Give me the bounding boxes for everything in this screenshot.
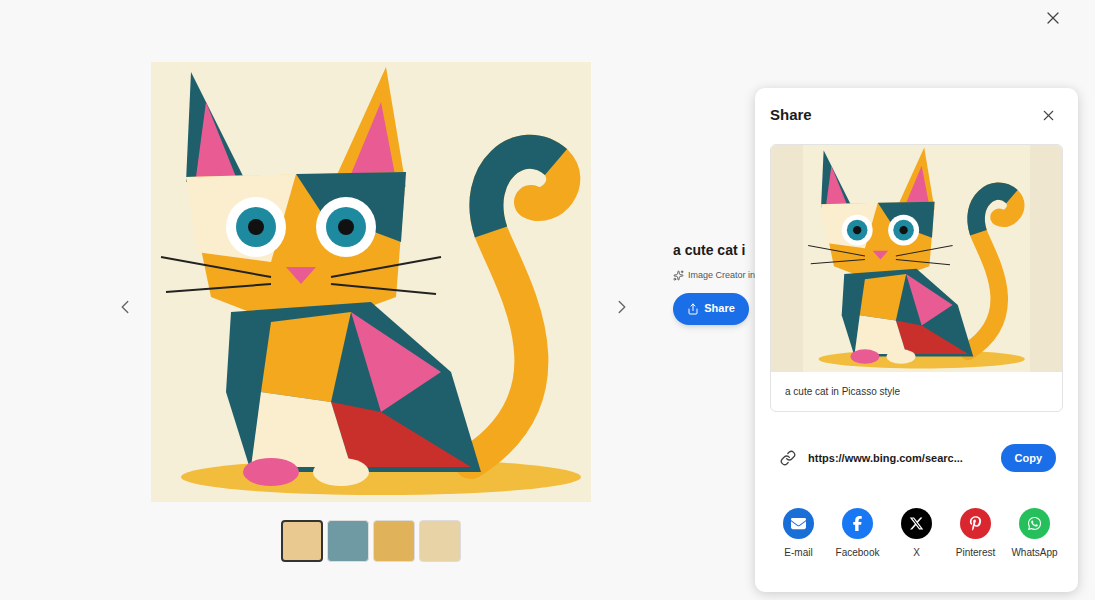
- chevron-right-icon: [611, 292, 633, 322]
- share-target-circle: [842, 508, 873, 539]
- x-logo-icon: [909, 516, 924, 531]
- facebook-icon: [850, 516, 865, 531]
- share-link: https://www.bing.com/searc...: [808, 450, 995, 467]
- thumbnail[interactable]: [327, 520, 369, 562]
- close-icon: [1040, 107, 1057, 124]
- share-target[interactable]: WhatsApp: [1011, 508, 1058, 560]
- thumbnail[interactable]: [281, 520, 323, 562]
- share-button[interactable]: Share: [673, 293, 749, 325]
- share-target-circle: [783, 508, 814, 539]
- share-target[interactable]: Facebook: [834, 508, 881, 560]
- main-image: [151, 62, 591, 502]
- share-preview-card: a cute cat in Picasso style: [770, 144, 1063, 412]
- share-target[interactable]: Pinterest: [952, 508, 999, 560]
- close-viewer-button[interactable]: [1041, 6, 1065, 30]
- image-details: a cute cat i Image Creator in Share: [673, 240, 755, 325]
- sparkle-icon: [673, 270, 684, 281]
- preview-artwork: [803, 145, 1030, 372]
- share-icon: [687, 303, 699, 315]
- envelope-icon: [791, 516, 806, 531]
- share-target[interactable]: X: [893, 508, 940, 560]
- share-targets: E-mail Facebook X Pinterest WhatsApp: [770, 508, 1063, 560]
- image-column: [151, 62, 591, 562]
- share-target-circle: [1019, 508, 1050, 539]
- pinterest-icon: [968, 516, 983, 531]
- image-title: a cute cat i: [673, 240, 745, 261]
- share-panel: Share a cute cat in Picasso style https://…: [755, 88, 1078, 592]
- share-target[interactable]: E-mail: [775, 508, 822, 560]
- link-icon: [780, 450, 796, 466]
- share-target-label: Pinterest: [956, 545, 995, 560]
- share-target-label: Facebook: [836, 545, 880, 560]
- link-row: https://www.bing.com/searc... Copy: [770, 444, 1063, 473]
- copy-button[interactable]: Copy: [1001, 444, 1057, 473]
- previous-button[interactable]: [114, 292, 136, 322]
- share-panel-header: Share: [770, 104, 1063, 127]
- chevron-left-icon: [114, 292, 136, 322]
- share-target-label: E-mail: [784, 545, 812, 560]
- thumbnail[interactable]: [373, 520, 415, 562]
- share-target-circle: [960, 508, 991, 539]
- preview-image: [771, 145, 1062, 372]
- image-viewer: a cute cat iImage Creator inShareSharea …: [0, 0, 1095, 600]
- share-panel-title: Share: [770, 104, 812, 127]
- thumbnail[interactable]: [419, 520, 461, 562]
- image-source: Image Creator in: [673, 269, 755, 283]
- thumbnail-strip: [281, 520, 461, 562]
- close-icon: [1043, 8, 1063, 28]
- share-target-label: X: [913, 545, 920, 560]
- next-button[interactable]: [611, 292, 633, 322]
- share-target-label: WhatsApp: [1011, 545, 1057, 560]
- cat-artwork: [151, 62, 591, 502]
- whatsapp-icon: [1027, 516, 1042, 531]
- close-share-button[interactable]: [1040, 107, 1057, 124]
- share-target-circle: [901, 508, 932, 539]
- preview-caption: a cute cat in Picasso style: [771, 372, 1062, 411]
